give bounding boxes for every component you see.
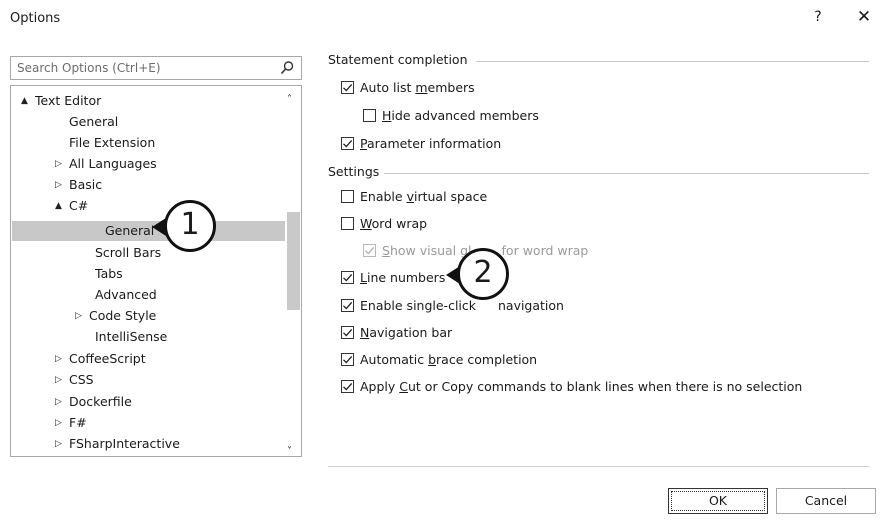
parameter-information-checkbox[interactable] xyxy=(341,137,354,150)
tree-item-all-languages[interactable]: ▷ All Languages xyxy=(55,154,157,174)
options-tree[interactable]: ▲ Text Editor General File Extension ▷ All… xyxy=(10,85,302,457)
tree-item-text-editor[interactable]: ▲ Text Editor xyxy=(21,91,101,111)
expand-arrow-icon[interactable]: ▷ xyxy=(75,306,89,326)
expand-arrow-icon[interactable]: ▷ xyxy=(55,370,69,390)
collapse-arrow-icon[interactable]: ▲ xyxy=(21,91,35,111)
statement-completion-header: Statement completion xyxy=(328,52,468,67)
scroll-up-icon[interactable]: ˄ xyxy=(287,94,292,105)
tree-item-intellisense[interactable]: IntelliSense xyxy=(95,327,167,347)
expand-arrow-icon[interactable]: ▷ xyxy=(55,349,69,369)
expand-arrow-icon[interactable]: ▷ xyxy=(55,175,69,195)
callout-2: 2 xyxy=(457,248,509,300)
tree-item-coffeescript[interactable]: ▷ CoffeeScript xyxy=(55,349,146,369)
expand-arrow-icon[interactable]: ▷ xyxy=(55,413,69,433)
dialog-title: Options xyxy=(10,11,61,26)
enable-virtual-space-checkbox[interactable] xyxy=(341,190,354,203)
tree-item-general[interactable]: General xyxy=(69,112,118,132)
tree-item-basic[interactable]: ▷ Basic xyxy=(55,175,102,195)
tree-item-scroll-bars[interactable]: Scroll Bars xyxy=(95,243,161,263)
help-button[interactable]: ? xyxy=(808,9,828,25)
search-icon[interactable] xyxy=(279,60,295,76)
tree-item-fsharpinteractive[interactable]: ▷ FSharpInteractive xyxy=(55,434,180,454)
tree-item-advanced[interactable]: Advanced xyxy=(95,285,157,305)
group-divider xyxy=(476,61,869,62)
tree-item-fsharp[interactable]: ▷ F# xyxy=(55,413,87,433)
callout-1-number: 1 xyxy=(180,207,200,242)
automatic-brace-completion-checkbox[interactable] xyxy=(341,353,354,366)
search-placeholder: Search Options (Ctrl+E) xyxy=(17,61,161,75)
tree-item-csharp[interactable]: ▲ C# xyxy=(55,196,88,216)
scroll-down-icon[interactable]: ˅ xyxy=(287,446,292,456)
expand-arrow-icon[interactable]: ▷ xyxy=(55,434,69,454)
hide-advanced-members-checkbox[interactable] xyxy=(363,109,376,122)
settings-header: Settings xyxy=(328,164,380,179)
tree-item-csharp-general[interactable]: General xyxy=(105,221,154,241)
apply-cut-copy-blank-lines-checkbox[interactable] xyxy=(341,380,354,393)
tree-item-tabs[interactable]: Tabs xyxy=(95,264,123,284)
tree-item-file-extension[interactable]: File Extension xyxy=(69,133,155,153)
title-bar: Options ? ✕ xyxy=(0,0,884,40)
ok-button[interactable]: OK xyxy=(668,488,768,514)
callout-2-number: 2 xyxy=(473,255,493,290)
group-divider xyxy=(384,173,869,174)
line-numbers-checkbox[interactable] xyxy=(341,271,354,284)
expand-arrow-icon[interactable]: ▷ xyxy=(55,154,69,174)
collapse-arrow-icon[interactable]: ▲ xyxy=(55,196,69,216)
cancel-button[interactable]: Cancel xyxy=(776,488,876,514)
word-wrap-checkbox[interactable] xyxy=(341,217,354,230)
tree-item-code-style[interactable]: ▷ Code Style xyxy=(75,306,156,326)
footer-divider xyxy=(328,466,869,467)
callout-1: 1 xyxy=(164,200,216,252)
tree-item-css[interactable]: ▷ CSS xyxy=(55,370,94,390)
tree-scrollbar-thumb[interactable] xyxy=(287,212,300,310)
navigation-bar-checkbox[interactable] xyxy=(341,326,354,339)
search-options-input[interactable]: Search Options (Ctrl+E) xyxy=(10,56,302,80)
auto-list-members-checkbox[interactable] xyxy=(341,81,354,94)
tree-item-dockerfile[interactable]: ▷ Dockerfile xyxy=(55,392,132,412)
show-visual-glyphs-checkbox xyxy=(363,244,376,257)
expand-arrow-icon[interactable]: ▷ xyxy=(55,392,69,412)
close-button[interactable]: ✕ xyxy=(852,7,876,27)
single-click-url-navigation-checkbox[interactable] xyxy=(341,299,354,312)
